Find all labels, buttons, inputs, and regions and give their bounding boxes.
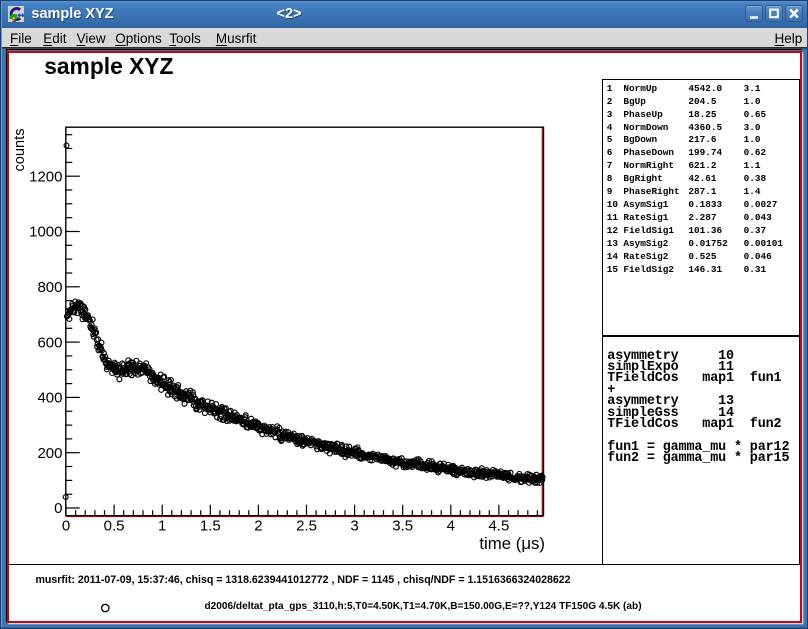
svg-text:800: 800 xyxy=(37,279,62,296)
svg-text:0.5: 0.5 xyxy=(104,518,125,535)
svg-text:1000: 1000 xyxy=(29,224,62,241)
svg-text:600: 600 xyxy=(37,334,62,351)
svg-text:counts: counts xyxy=(12,129,28,172)
svg-text:1200: 1200 xyxy=(29,168,62,185)
svg-text:3.5: 3.5 xyxy=(392,518,413,535)
svg-text:0: 0 xyxy=(54,500,62,517)
svg-text:0: 0 xyxy=(62,518,70,535)
svg-text:400: 400 xyxy=(37,390,62,407)
svg-text:1.5: 1.5 xyxy=(200,518,221,535)
svg-text:time (μs): time (μs) xyxy=(479,534,545,553)
svg-text:4: 4 xyxy=(447,518,455,535)
svg-text:3: 3 xyxy=(350,518,358,535)
svg-text:2: 2 xyxy=(254,518,262,535)
svg-text:4.5: 4.5 xyxy=(488,518,509,535)
svg-text:1: 1 xyxy=(158,518,166,535)
svg-text:200: 200 xyxy=(37,445,62,462)
svg-text:2.5: 2.5 xyxy=(296,518,317,535)
